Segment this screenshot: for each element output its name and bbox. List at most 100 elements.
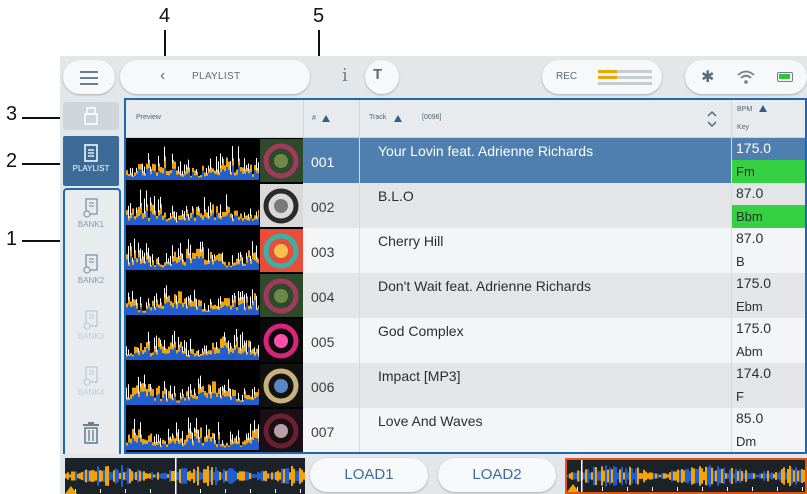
bpm-header[interactable]: BPM [737,106,752,113]
track-preview[interactable] [126,228,303,273]
preview-waveform [126,374,259,405]
breadcrumb-back-button[interactable]: ‹ PLAYLIST [120,60,310,94]
track-key: Fm [731,160,805,183]
deck1-waveform[interactable] [65,458,305,494]
track-count: [0096] [422,114,442,121]
bank-group: BANK1 BANK2 BANK3 BANK4 [63,188,121,458]
table-header: Preview # Track [0096] BPM Key [126,100,805,138]
load1-button[interactable]: LOAD1 [310,458,428,492]
bank-button-1[interactable]: BANK1 [65,198,117,246]
track-header[interactable]: Track [369,114,386,121]
bluetooth-icon: ✱ [701,69,715,86]
hamburger-icon [80,71,98,73]
track-number: 005 [311,334,335,350]
rec-button[interactable]: REC [542,60,662,94]
track-bpm: 174.0 [731,363,805,385]
track-number: 002 [311,199,335,215]
rec-level-meter [598,70,652,73]
track-preview[interactable] [126,318,303,363]
callout-5: 5 [313,5,325,27]
track-bpm: 87.0 [731,183,805,205]
bank-icon [83,198,98,218]
track-number: 003 [311,244,335,260]
preview-waveform [126,417,259,450]
top-bar: ‹ PLAYLIST i T REC ✱ [60,56,807,98]
bank-button-2[interactable]: BANK2 [65,254,117,302]
track-preview[interactable] [126,183,303,228]
track-preview[interactable] [126,273,303,318]
sort-ascending-icon [322,115,330,122]
battery-icon [777,72,793,82]
track-title: Don't Wait feat. Adrienne Richards [359,273,731,318]
breadcrumb-label: PLAYLIST [192,71,241,82]
track-key: Abm [731,340,805,363]
menu-button[interactable] [63,60,115,94]
filter-button[interactable]: T [365,60,399,94]
track-number: 006 [311,379,335,395]
track-number: 001 [311,154,335,170]
track-bpm: 175.0 [731,138,805,160]
trash-icon[interactable] [82,422,100,444]
playlist-icon [84,144,98,162]
sort-ascending-icon [759,105,767,112]
track-title: Your Lovin feat. Adrienne Richards [359,138,731,183]
track-row[interactable]: 001 Your Lovin feat. Adrienne Richards 175… [126,138,805,183]
chevron-left-icon: ‹ [160,67,166,84]
bank-icon [83,254,98,274]
deck2-waveform[interactable] [565,458,807,494]
album-art [260,184,303,227]
callout-4: 4 [159,5,171,27]
album-art [260,229,303,272]
track-row[interactable]: 003 Cherry Hill 87.0 B [126,228,805,273]
callout-1: 1 [6,228,18,250]
bank-label: BANK3 [77,332,105,341]
preview-waveform [126,329,259,360]
rec-level-meter [598,82,652,85]
number-header[interactable]: # [312,115,316,122]
callout-2: 2 [6,150,18,172]
bank-icon [83,366,98,386]
status-indicators: ✱ [685,60,807,94]
track-title: Cherry Hill [359,228,731,273]
key-header[interactable]: Key [737,124,749,131]
bank-button-3[interactable]: BANK3 [65,310,117,358]
track-preview[interactable] [126,363,303,408]
album-art [260,364,303,407]
info-icon[interactable]: i [342,65,348,86]
callout-1-line [22,240,63,242]
rec-level-meter [598,76,652,79]
deck2-waveform-graphic [567,460,805,492]
track-preview[interactable] [126,138,303,183]
bank-button-4[interactable]: BANK4 [65,366,117,414]
preview-waveform [126,285,259,315]
sort-toggle-icon[interactable] [706,108,718,130]
track-title: B.L.O [359,183,731,228]
track-preview[interactable] [126,408,303,452]
device-source-button[interactable] [63,102,119,130]
track-key: B [731,250,805,273]
track-row[interactable]: 005 God Complex 175.0 Abm [126,318,805,363]
track-key: Dm [731,430,805,452]
bottom-bar: LOAD1 LOAD2 [60,454,807,494]
bank-label: BANK2 [77,276,105,285]
track-title: God Complex [359,318,731,363]
album-art [260,319,303,362]
track-row[interactable]: 007 Love And Waves 85.0 Dm [126,408,805,452]
playlist-label: PLAYLIST [72,164,110,173]
bank-icon [83,310,98,330]
sidebar: PLAYLIST BANK1 BANK2 BANK3 BANK4 [60,98,124,458]
load2-button[interactable]: LOAD2 [438,458,556,492]
track-bpm: 87.0 [731,228,805,250]
track-title: Love And Waves [359,408,731,452]
track-row[interactable]: 004 Don't Wait feat. Adrienne Richards 175… [126,273,805,318]
track-row[interactable]: 002 B.L.O 87.0 Bbm [126,183,805,228]
preview-header: Preview [136,114,161,121]
playlist-button[interactable]: PLAYLIST [63,136,119,186]
track-bpm: 175.0 [731,318,805,340]
filter-icon: T [373,66,383,83]
track-title: Impact [MP3] [359,363,731,408]
rec-label: REC [556,71,578,82]
track-key: F [731,385,805,408]
track-bpm: 85.0 [731,408,805,430]
track-row[interactable]: 006 Impact [MP3] 174.0 F [126,363,805,408]
